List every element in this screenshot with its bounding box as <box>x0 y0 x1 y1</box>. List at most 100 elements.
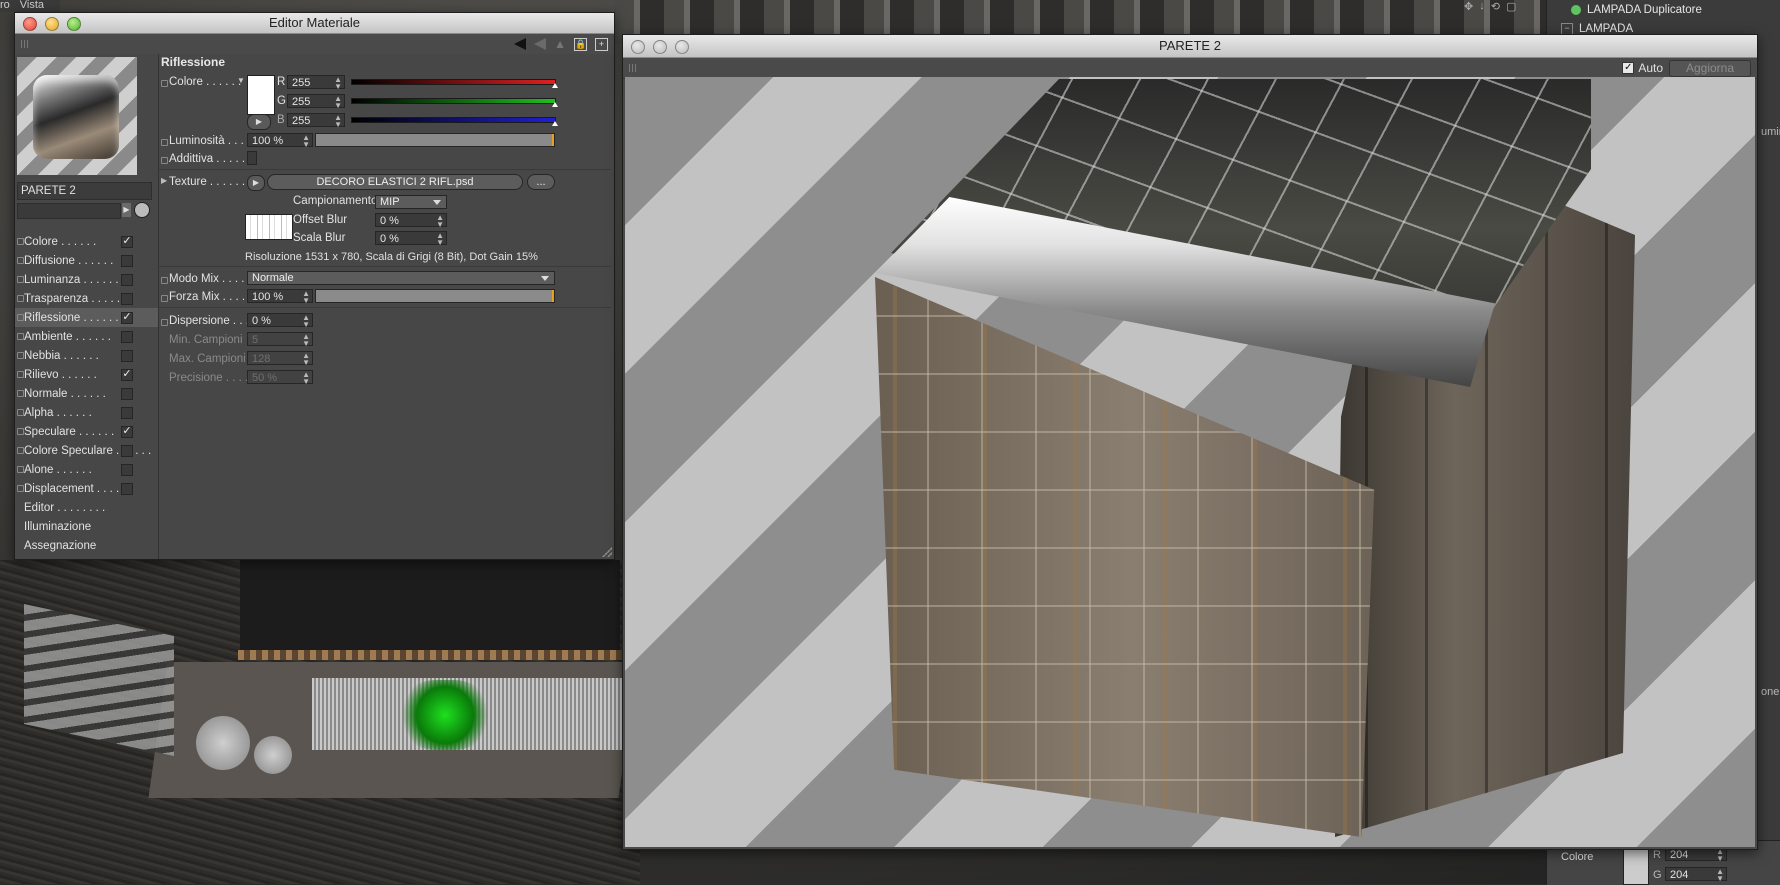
channel-checkbox[interactable]: ✓ <box>121 312 133 324</box>
texture-thumbnail[interactable] <box>245 214 293 240</box>
anim-bullet-icon[interactable] <box>17 390 24 397</box>
anim-bullet-icon[interactable] <box>161 157 168 164</box>
r-slider[interactable] <box>351 79 558 88</box>
forward-arrow-icon[interactable] <box>534 38 547 50</box>
zoom-button[interactable] <box>675 40 689 54</box>
dropdown-arrow-icon[interactable]: ▼ <box>237 76 245 85</box>
channel-item[interactable]: Ambiente . . . . . . <box>15 327 158 346</box>
channel-item[interactable]: Editor . . . . . . . . <box>15 498 158 517</box>
anim-bullet-icon[interactable] <box>17 485 24 492</box>
channel-item[interactable]: Illuminazione <box>15 517 158 536</box>
channel-checkbox[interactable] <box>121 407 133 419</box>
b-slider[interactable] <box>351 117 558 126</box>
menu-item-ro[interactable]: ro <box>0 0 10 11</box>
b-field[interactable]: 255 ▲ ▼ <box>287 113 345 129</box>
anim-bullet-icon[interactable] <box>17 409 24 416</box>
channel-item[interactable]: Alpha . . . . . . <box>15 403 158 422</box>
dispersion-field[interactable]: 0 % ▲ ▼ <box>247 313 313 329</box>
anim-bullet-icon[interactable] <box>161 319 168 326</box>
channel-checkbox[interactable] <box>121 483 133 495</box>
resize-handle[interactable] <box>602 547 612 557</box>
anim-bullet-icon[interactable] <box>17 447 24 454</box>
texture-browse-button[interactable]: ... <box>527 174 555 190</box>
anim-bullet-icon[interactable] <box>17 428 24 435</box>
anim-bullet-icon[interactable] <box>161 139 168 146</box>
channel-item[interactable]: Displacement . . . . . . <box>15 479 158 498</box>
anim-bullet-icon[interactable] <box>17 314 24 321</box>
refresh-button[interactable]: Aggiorna <box>1669 60 1751 77</box>
channel-search-input[interactable] <box>17 203 121 219</box>
channel-item[interactable]: Colore Speculare . . . . . . <box>15 441 158 460</box>
channel-item[interactable]: Trasparenza . . . . . . <box>15 289 158 308</box>
material-name-field[interactable]: PARETE 2 <box>17 182 152 200</box>
minimize-button[interactable] <box>45 17 59 31</box>
back-arrow-icon[interactable] <box>514 38 527 50</box>
attr-g-field[interactable]: 204 ▲ ▼ <box>1665 867 1727 883</box>
window-icon[interactable]: ▢ <box>1506 0 1516 13</box>
mix-strength-field[interactable]: 100 % ▲ ▼ <box>247 289 313 305</box>
texture-menu-button[interactable]: ▶ <box>247 175 265 191</box>
channel-checkbox[interactable] <box>121 255 133 267</box>
channel-checkbox[interactable] <box>121 293 133 305</box>
additive-checkbox[interactable] <box>247 151 257 165</box>
mix-strength-bar[interactable] <box>315 289 555 303</box>
menu-item-vista[interactable]: Vista <box>20 0 44 11</box>
channel-checkbox[interactable] <box>121 388 133 400</box>
g-slider[interactable] <box>351 98 558 107</box>
object-row-duplicator[interactable]: LAMPADA Duplicatore <box>1571 2 1702 18</box>
channel-item[interactable]: Assegnazione <box>15 536 158 555</box>
channel-checkbox[interactable]: ✓ <box>121 236 133 248</box>
grip-icon[interactable] <box>629 64 637 72</box>
material-editor-titlebar[interactable]: Editor Materiale <box>15 13 614 34</box>
r-field[interactable]: 255 ▲ ▼ <box>287 75 345 91</box>
channel-item[interactable]: Colore . . . . . . ✓ <box>15 232 158 251</box>
up-arrow-icon[interactable]: ▲ <box>554 37 566 51</box>
channel-item[interactable]: Luminanza . . . . . . <box>15 270 158 289</box>
texture-file-button[interactable]: DECORO ELASTICI 2 RIFL.psd <box>267 174 523 190</box>
anim-bullet-icon[interactable] <box>17 333 24 340</box>
anim-bullet-icon[interactable] <box>161 277 168 284</box>
color-mode-button[interactable]: ▶ <box>247 114 271 130</box>
anim-bullet-icon[interactable] <box>161 80 168 87</box>
channel-item[interactable]: Speculare . . . . . . ✓ <box>15 422 158 441</box>
mix-mode-dropdown[interactable]: Normale <box>247 271 555 285</box>
anim-bullet-icon[interactable] <box>17 276 24 283</box>
anim-bullet-icon[interactable] <box>17 257 24 264</box>
move-icon[interactable]: ✥ <box>1464 0 1473 13</box>
anim-bullet-icon[interactable] <box>161 295 168 302</box>
brightness-field[interactable]: 100 % ▲ ▼ <box>247 133 313 149</box>
slider-knob-icon[interactable] <box>552 121 558 126</box>
sampling-dropdown[interactable]: MIP <box>375 195 447 209</box>
auto-checkbox[interactable]: ✓ <box>1622 62 1635 74</box>
slider-knob-icon[interactable] <box>552 83 558 88</box>
brightness-bar[interactable] <box>315 133 555 147</box>
channel-checkbox[interactable] <box>121 274 133 286</box>
g-field[interactable]: 255 ▲ ▼ <box>287 94 345 110</box>
channel-checkbox[interactable]: ✓ <box>121 369 133 381</box>
anim-bullet-icon[interactable] <box>17 466 24 473</box>
anim-bullet-icon[interactable] <box>17 371 24 378</box>
render-window-titlebar[interactable]: PARETE 2 <box>623 35 1757 58</box>
picker-icon[interactable] <box>134 202 150 218</box>
channel-checkbox[interactable] <box>121 445 133 457</box>
anim-bullet-icon[interactable] <box>17 295 24 302</box>
slider-knob-icon[interactable] <box>552 102 558 107</box>
channel-item[interactable]: Diffusione . . . . . . <box>15 251 158 270</box>
channel-item[interactable]: Riflessione . . . . . . ✓ <box>15 308 158 327</box>
grip-icon[interactable] <box>21 40 29 48</box>
offset-blur-field[interactable]: 0 % ▲ ▼ <box>375 213 447 229</box>
auto-toggle[interactable]: ✓ Auto <box>1622 61 1663 75</box>
expand-triangle-icon[interactable]: ▶ <box>161 176 167 185</box>
lock-icon[interactable]: 🔒 <box>574 37 587 51</box>
material-preview[interactable] <box>17 57 137 175</box>
channel-item[interactable]: Normale . . . . . . <box>15 384 158 403</box>
color-swatch[interactable] <box>247 75 275 115</box>
anim-bullet-icon[interactable] <box>17 238 24 245</box>
close-button[interactable] <box>23 17 37 31</box>
rotate-icon[interactable]: ⟲ <box>1491 0 1500 13</box>
scale-blur-field[interactable]: 0 % ▲ ▼ <box>375 231 447 247</box>
channel-item[interactable]: Alone . . . . . . <box>15 460 158 479</box>
new-window-icon[interactable]: + <box>595 37 608 51</box>
channel-checkbox[interactable]: ✓ <box>121 426 133 438</box>
channel-checkbox[interactable] <box>121 331 133 343</box>
